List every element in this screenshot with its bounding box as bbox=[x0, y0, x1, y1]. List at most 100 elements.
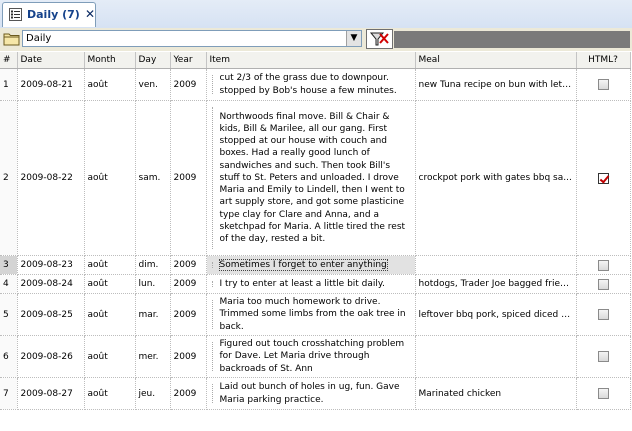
item-text: Sometimes I forget to enter anything bbox=[218, 258, 388, 271]
column-header-month[interactable]: Month bbox=[84, 52, 136, 69]
year-cell[interactable]: 2009 bbox=[170, 293, 207, 336]
row-number-cell[interactable]: 4 bbox=[0, 274, 18, 294]
month-cell[interactable]: août bbox=[84, 255, 136, 275]
column-header-year[interactable]: Year bbox=[170, 52, 207, 69]
list-icon bbox=[9, 8, 22, 21]
table-row[interactable]: 7 2009-08-27 août jeu. 2009 Laid out bunch of… bbox=[0, 377, 631, 410]
meal-cell[interactable]: hotdogs, Trader Joe bagged fries... bbox=[415, 274, 577, 294]
day-cell[interactable]: sam. bbox=[135, 100, 171, 256]
item-text: Laid out bunch of holes in ug, fun. Gave… bbox=[219, 382, 400, 405]
date-cell[interactable]: 2009-08-27 bbox=[17, 377, 85, 410]
date-cell[interactable]: 2009-08-21 bbox=[17, 68, 85, 101]
year-cell[interactable]: 2009 bbox=[170, 274, 207, 294]
row-number-cell[interactable]: 5 bbox=[0, 293, 18, 336]
row-number-cell[interactable]: 1 bbox=[0, 68, 18, 101]
date-cell[interactable]: 2009-08-26 bbox=[17, 335, 85, 378]
date-cell[interactable]: 2009-08-24 bbox=[17, 274, 85, 294]
toolbar: Daily ▼ bbox=[0, 28, 632, 51]
records-table: # Date Month Day Year Item Meal HTML? 12… bbox=[0, 52, 631, 410]
item-text: Northwoods final move. Bill & Chair & ki… bbox=[219, 111, 406, 244]
item-text: Maria too much homework to drive. Trimme… bbox=[219, 297, 406, 332]
html-cell bbox=[576, 274, 631, 294]
table-row[interactable]: 2 2009-08-22 août sam. 2009 Northwoods final … bbox=[0, 100, 631, 256]
data-grid: # Date Month Day Year Item Meal HTML? 12… bbox=[0, 52, 632, 431]
row-number-cell[interactable]: 6 bbox=[0, 335, 18, 378]
day-cell[interactable]: dim. bbox=[135, 255, 171, 275]
html-checkbox[interactable] bbox=[597, 351, 609, 362]
item-cell[interactable]: Maria too much homework to drive. Trimme… bbox=[206, 293, 416, 336]
table-row[interactable]: 4 2009-08-24 août lun. 2009 I try to enter at… bbox=[0, 274, 631, 294]
html-cell bbox=[576, 68, 631, 101]
html-checkbox[interactable] bbox=[597, 172, 609, 184]
clear-filter-button[interactable] bbox=[366, 29, 393, 49]
item-text: Figured out touch crosshatching problem … bbox=[219, 339, 405, 374]
row-number-cell[interactable]: 2 bbox=[0, 100, 18, 256]
tab-daily[interactable]: Daily (7) ✕ bbox=[2, 2, 96, 27]
item-cell[interactable]: I try to enter at least a little bit dai… bbox=[206, 274, 416, 294]
item-text: I try to enter at least a little bit dai… bbox=[219, 278, 385, 289]
table-row[interactable]: 6 2009-08-26 août mer. 2009 Figured out touch… bbox=[0, 335, 631, 378]
html-checkbox[interactable] bbox=[597, 79, 609, 90]
meal-cell[interactable]: crockpot pork with gates bbq sa... bbox=[415, 100, 577, 256]
column-header-num[interactable]: # bbox=[0, 52, 18, 69]
meal-cell[interactable]: leftover bbq pork, spiced diced t... bbox=[415, 293, 577, 336]
day-cell[interactable]: mar. bbox=[135, 293, 171, 336]
html-cell bbox=[576, 335, 631, 378]
table-row[interactable]: 3 2009-08-23 août dim. 2009 Sometimes I forge… bbox=[0, 255, 631, 275]
year-cell[interactable]: 2009 bbox=[170, 335, 207, 378]
column-header-item[interactable]: Item bbox=[206, 52, 416, 69]
table-row[interactable]: 5 2009-08-25 août mar. 2009 Maria too much ho… bbox=[0, 293, 631, 336]
year-cell[interactable]: 2009 bbox=[170, 255, 207, 275]
month-cell[interactable]: août bbox=[84, 377, 136, 410]
meal-cell[interactable] bbox=[415, 335, 577, 378]
year-cell[interactable]: 2009 bbox=[170, 377, 207, 410]
month-cell[interactable]: août bbox=[84, 100, 136, 256]
month-cell[interactable]: août bbox=[84, 68, 136, 101]
row-number-cell[interactable]: 7 bbox=[0, 377, 18, 410]
year-cell[interactable]: 2009 bbox=[170, 100, 207, 256]
item-cell[interactable]: Laid out bunch of holes in ug, fun. Gave… bbox=[206, 377, 416, 410]
date-cell[interactable]: 2009-08-23 bbox=[17, 255, 85, 275]
table-body: 1 2009-08-21 août ven. 2009 cut 2/3 of the gr… bbox=[0, 68, 631, 410]
item-cell[interactable]: cut 2/3 of the grass due to downpour. st… bbox=[206, 68, 416, 101]
chevron-down-icon[interactable]: ▼ bbox=[346, 31, 361, 46]
item-text: cut 2/3 of the grass due to downpour. st… bbox=[219, 73, 397, 96]
date-cell[interactable]: 2009-08-22 bbox=[17, 100, 85, 256]
table-row[interactable]: 1 2009-08-21 août ven. 2009 cut 2/3 of the gr… bbox=[0, 68, 631, 101]
month-cell[interactable]: août bbox=[84, 335, 136, 378]
html-cell bbox=[576, 293, 631, 336]
header-row: # Date Month Day Year Item Meal HTML? bbox=[0, 52, 631, 69]
column-header-day[interactable]: Day bbox=[135, 52, 171, 69]
html-checkbox[interactable] bbox=[597, 309, 609, 320]
month-cell[interactable]: août bbox=[84, 274, 136, 294]
html-checkbox[interactable] bbox=[597, 388, 609, 399]
list-select-value: Daily bbox=[26, 33, 52, 44]
folder-icon[interactable] bbox=[2, 30, 21, 47]
tab-title: Daily (7) bbox=[27, 8, 80, 21]
item-cell[interactable]: Sometimes I forget to enter anything bbox=[206, 255, 416, 275]
tab-strip: Daily (7) ✕ bbox=[0, 0, 632, 29]
day-cell[interactable]: ven. bbox=[135, 68, 171, 101]
html-cell bbox=[576, 255, 631, 275]
year-cell[interactable]: 2009 bbox=[170, 68, 207, 101]
item-cell[interactable]: Northwoods final move. Bill & Chair & ki… bbox=[206, 100, 416, 256]
day-cell[interactable]: mer. bbox=[135, 335, 171, 378]
column-header-meal[interactable]: Meal bbox=[415, 52, 577, 69]
html-checkbox[interactable] bbox=[597, 278, 609, 290]
html-cell bbox=[576, 377, 631, 410]
item-cell[interactable]: Figured out touch crosshatching problem … bbox=[206, 335, 416, 378]
close-icon[interactable]: ✕ bbox=[85, 7, 95, 21]
meal-cell[interactable] bbox=[415, 255, 577, 275]
column-header-html[interactable]: HTML? bbox=[576, 52, 631, 69]
list-select[interactable]: Daily ▼ bbox=[22, 30, 362, 47]
column-header-date[interactable]: Date bbox=[17, 52, 85, 69]
meal-cell[interactable]: Marinated chicken bbox=[415, 377, 577, 410]
date-cell[interactable]: 2009-08-25 bbox=[17, 293, 85, 336]
meal-cell[interactable]: new Tuna recipe on bun with lett... bbox=[415, 68, 577, 101]
day-cell[interactable]: jeu. bbox=[135, 377, 171, 410]
day-cell[interactable]: lun. bbox=[135, 274, 171, 294]
row-number-cell[interactable]: 3 bbox=[0, 255, 18, 275]
month-cell[interactable]: août bbox=[84, 293, 136, 336]
toolbar-fill bbox=[394, 31, 630, 48]
html-checkbox[interactable] bbox=[597, 259, 609, 271]
